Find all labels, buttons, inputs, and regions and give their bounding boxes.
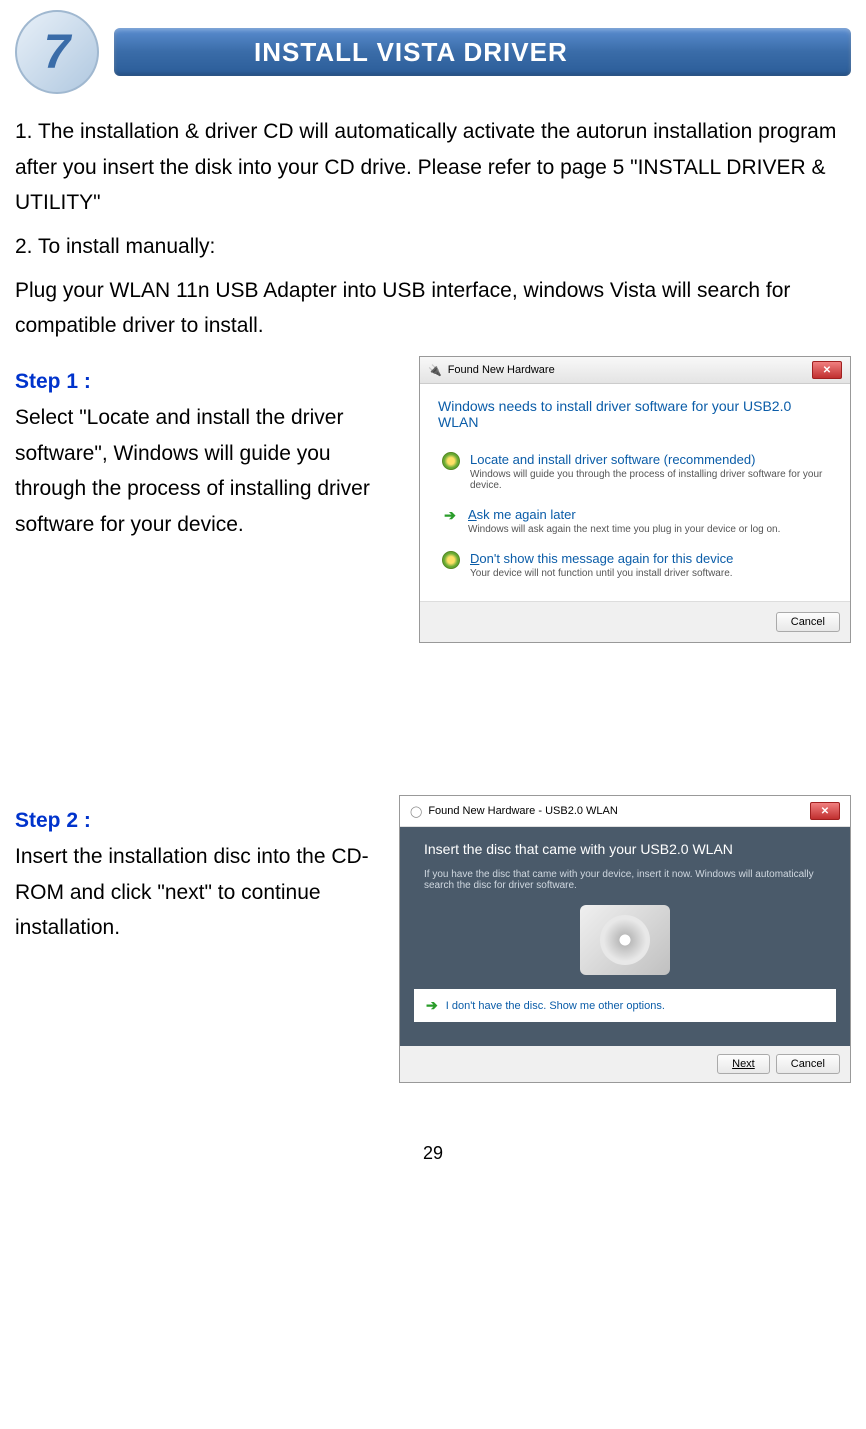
intro-plug: Plug your WLAN 11n USB Adapter into USB … xyxy=(15,273,851,344)
option-1-title: Locate and install driver software (reco… xyxy=(470,452,828,467)
intro-item-1: 1. The installation & driver CD will aut… xyxy=(15,114,851,221)
step-2-text: Insert the installation disc into the CD… xyxy=(15,845,369,939)
close-icon[interactable]: ✕ xyxy=(810,802,840,820)
page-banner: 7 INSTALL VISTA DRIVER xyxy=(15,10,851,94)
step-1-text: Select "Locate and install the driver so… xyxy=(15,406,370,536)
hardware-icon: 🔌 xyxy=(428,364,442,377)
dialog2-heading: Insert the disc that came with your USB2… xyxy=(424,841,826,857)
option-2-desc: Windows will ask again the next time you… xyxy=(468,524,780,535)
page-number: 29 xyxy=(15,1143,851,1164)
option-ask-later[interactable]: ➔ Ask me again later Windows will ask ag… xyxy=(438,499,832,543)
dialog2-titlebar: ◯ Found New Hardware - USB2.0 WLAN ✕ xyxy=(400,796,850,827)
option-locate-install[interactable]: Locate and install driver software (reco… xyxy=(438,444,832,499)
cancel-button[interactable]: Cancel xyxy=(776,612,840,632)
shield-icon xyxy=(442,452,460,470)
no-disc-text: I don't have the disc. Show me other opt… xyxy=(446,1000,665,1012)
step-1-section: Step 1 : Select "Locate and install the … xyxy=(15,356,851,643)
option-3-title: Don't show this message again for this d… xyxy=(470,551,733,566)
option-dont-show[interactable]: Don't show this message again for this d… xyxy=(438,543,832,587)
dialog-heading: Windows needs to install driver software… xyxy=(438,398,832,430)
banner-number: 7 xyxy=(44,25,71,80)
dialog2-subtext: If you have the disc that came with your… xyxy=(424,869,826,891)
found-new-hardware-dialog: 🔌 Found New Hardware ✕ Windows needs to … xyxy=(419,356,851,643)
step-1-label: Step 1 : xyxy=(15,370,91,393)
arrow-icon: ➔ xyxy=(442,507,458,523)
option-1-desc: Windows will guide you through the proce… xyxy=(470,469,828,491)
cancel-button[interactable]: Cancel xyxy=(776,1054,840,1074)
step-2-section: Step 2 : Insert the installation disc in… xyxy=(15,795,851,1083)
banner-title: INSTALL VISTA DRIVER xyxy=(254,37,568,68)
disc-image xyxy=(580,905,670,975)
insert-disc-dialog: ◯ Found New Hardware - USB2.0 WLAN ✕ Ins… xyxy=(399,795,851,1083)
no-disc-link[interactable]: ➔ I don't have the disc. Show me other o… xyxy=(414,989,836,1022)
dialog2-title: Found New Hardware - USB2.0 WLAN xyxy=(428,805,618,817)
dialog-titlebar: 🔌 Found New Hardware ✕ xyxy=(420,357,850,384)
shield-icon xyxy=(442,551,460,569)
arrow-icon: ➔ xyxy=(426,997,438,1014)
close-icon[interactable]: ✕ xyxy=(812,361,842,379)
back-icon[interactable]: ◯ xyxy=(410,805,422,818)
banner-number-circle: 7 xyxy=(15,10,99,94)
option-2-title: Ask me again later xyxy=(468,507,780,522)
option-3-desc: Your device will not function until you … xyxy=(470,568,733,579)
intro-item-2: 2. To install manually: xyxy=(15,229,851,265)
next-button[interactable]: Next xyxy=(717,1054,770,1074)
dialog-title: Found New Hardware xyxy=(448,364,555,376)
step-2-label: Step 2 : xyxy=(15,809,91,832)
banner-title-bar: INSTALL VISTA DRIVER xyxy=(114,28,851,76)
